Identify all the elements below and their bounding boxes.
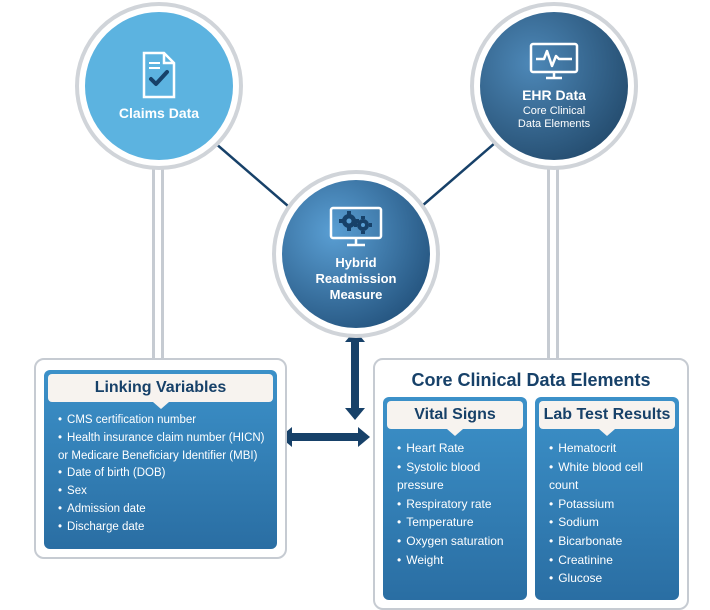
arrowhead-right-icon	[358, 427, 370, 447]
hybrid-node: HybridReadmissionMeasure	[282, 180, 430, 328]
arrow-vertical	[351, 340, 359, 410]
claims-title: Claims Data	[119, 105, 199, 121]
ehr-subtitle: Core ClinicalData Elements	[518, 105, 590, 131]
ehr-title: EHR Data	[522, 87, 586, 103]
lab-results-card: Lab Test Results HematocritWhite blood c…	[535, 397, 679, 600]
monitor-pulse-icon	[528, 41, 580, 81]
monitor-gears-icon	[327, 205, 385, 249]
lab-results-header: Lab Test Results	[539, 401, 675, 429]
vital-signs-list: Heart RateSystolic blood pressureRespira…	[393, 435, 517, 569]
list-item: Date of birth (DOB)	[58, 465, 265, 483]
list-item: Respiratory rate	[397, 495, 515, 514]
list-item: Systolic blood pressure	[397, 458, 515, 495]
list-item: Glucose	[549, 569, 667, 588]
arrow-horizontal	[290, 433, 360, 441]
list-item: Bicarbonate	[549, 532, 667, 551]
linking-variables-header: Linking Variables	[48, 374, 273, 402]
list-item: Sodium	[549, 513, 667, 532]
list-item: Discharge date	[58, 519, 265, 537]
pillar-right	[547, 165, 559, 365]
hybrid-title: HybridReadmissionMeasure	[316, 255, 397, 304]
vital-signs-header: Vital Signs	[387, 401, 523, 429]
list-item: Heart Rate	[397, 439, 515, 458]
list-item: Admission date	[58, 501, 265, 519]
linking-variables-panel: Linking Variables CMS certification numb…	[34, 358, 287, 559]
list-item: Oxygen saturation	[397, 532, 515, 551]
list-item: Sex	[58, 483, 265, 501]
list-item: Potassium	[549, 495, 667, 514]
linking-variables-card: Linking Variables CMS certification numb…	[44, 370, 277, 549]
pillar-left	[152, 165, 164, 365]
list-item: Creatinine	[549, 551, 667, 570]
list-item: Health insurance claim number (HICN) or …	[58, 430, 265, 466]
document-check-icon	[138, 51, 180, 99]
clinical-panel: Core Clinical Data Elements Vital Signs …	[373, 358, 689, 610]
list-item: Weight	[397, 551, 515, 570]
list-item: White blood cell count	[549, 458, 667, 495]
clinical-panel-title: Core Clinical Data Elements	[383, 370, 679, 391]
vital-signs-card: Vital Signs Heart RateSystolic blood pre…	[383, 397, 527, 600]
list-item: CMS certification number	[58, 412, 265, 430]
arrowhead-down-icon	[345, 408, 365, 420]
ehr-node: EHR Data Core ClinicalData Elements	[480, 12, 628, 160]
linking-variables-list: CMS certification numberHealth insurance…	[54, 408, 267, 537]
claims-node: Claims Data	[85, 12, 233, 160]
list-item: Hematocrit	[549, 439, 667, 458]
list-item: Temperature	[397, 513, 515, 532]
